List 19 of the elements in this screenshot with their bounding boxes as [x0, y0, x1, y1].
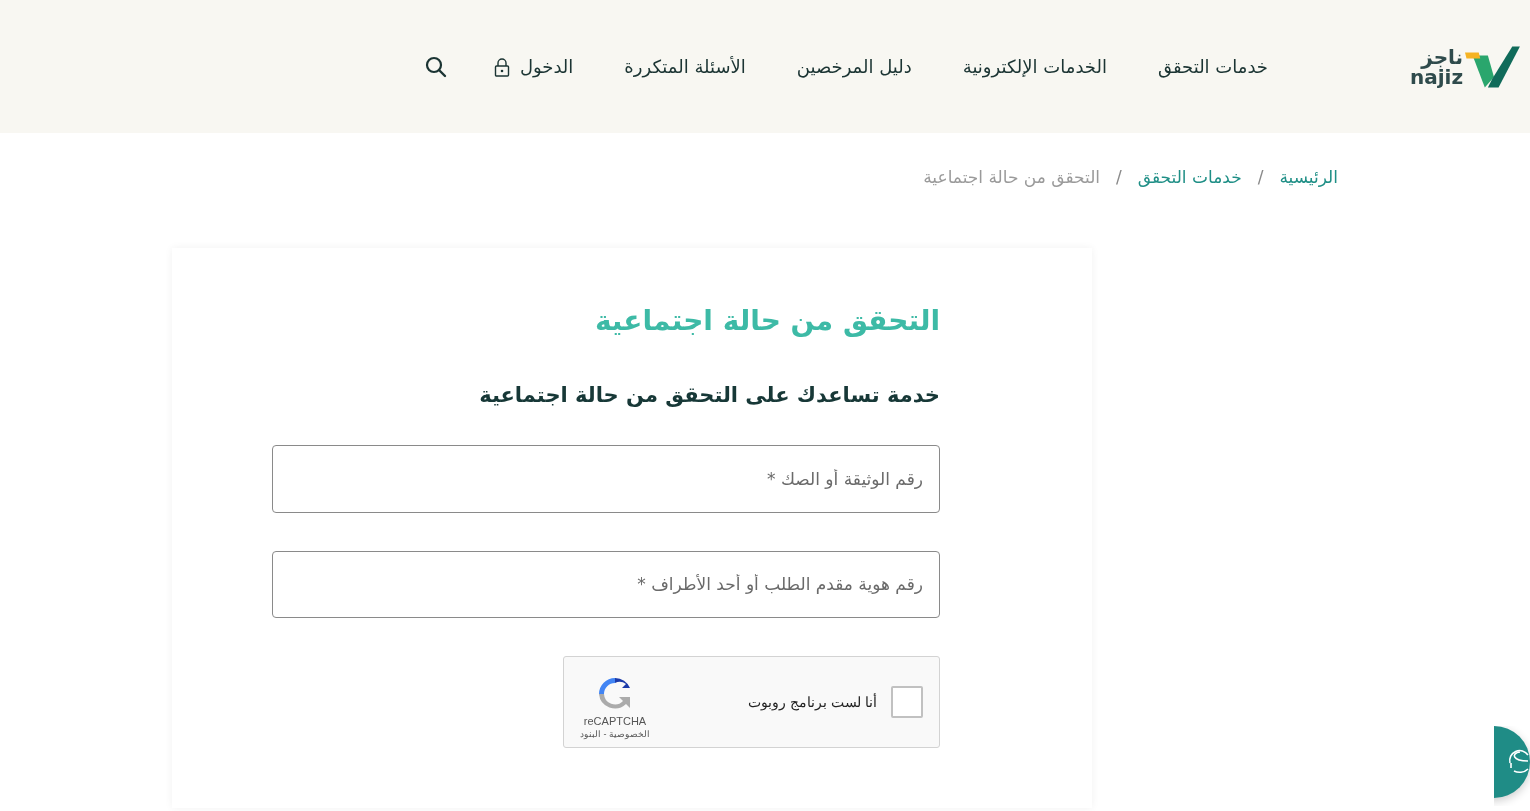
breadcrumb-separator: / — [1116, 167, 1122, 187]
logo-text: ناجز — [1421, 46, 1464, 67]
nav-link[interactable]: الخدمات الإلكترونية — [962, 56, 1107, 77]
nav-link[interactable]: خدمات التحقق — [1157, 56, 1268, 77]
nav-link[interactable]: الأسئلة المتكررة — [624, 56, 746, 77]
captcha-checkbox[interactable] — [891, 686, 923, 719]
lock-icon — [493, 56, 510, 77]
page-title: التحقق من حالة اجتماعية — [593, 304, 940, 337]
breadcrumb-separator: / — [1257, 167, 1264, 187]
search-icon[interactable] — [424, 55, 447, 78]
nav-link[interactable]: دليل المرخصين — [796, 56, 912, 77]
recaptcha-text: reCAPTCHA — [583, 715, 647, 728]
breadcrumb-link[interactable]: الرئيسية — [1279, 167, 1338, 187]
login-link[interactable]: الدخول — [493, 56, 574, 77]
headset-icon — [1508, 749, 1530, 775]
captcha-label: أنا لست برنامج روبوت — [747, 694, 877, 711]
page-subtitle: خدمة تساعدك على التحقق من حالة اجتماعية — [478, 383, 940, 407]
breadcrumb-link[interactable]: خدمات التحقق — [1137, 167, 1242, 187]
privacy-terms-link[interactable]: الخصوصية - البنود — [580, 729, 650, 740]
